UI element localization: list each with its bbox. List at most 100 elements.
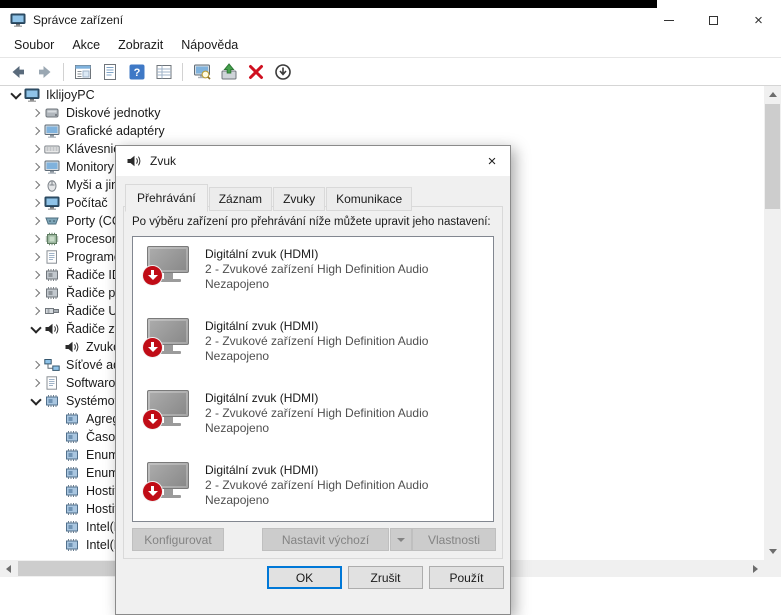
scroll-up-button[interactable] [764, 86, 781, 103]
chevron-right-icon[interactable] [28, 213, 44, 229]
chevron-right-icon[interactable] [28, 375, 44, 391]
window-titlebar: Správce zařízení × [0, 8, 781, 32]
chevron-spacer [48, 411, 64, 427]
show-console-tree-button[interactable] [70, 60, 95, 83]
tab-description: Po výběru zařízení pro přehrávání níže m… [132, 216, 491, 228]
chevron-down-icon[interactable] [8, 87, 24, 103]
show-console-tree-icon [74, 63, 92, 81]
help-button[interactable]: ? [124, 60, 149, 83]
tree-item[interactable]: Grafické adaptéry [0, 122, 764, 140]
maximize-icon [709, 16, 718, 25]
port-icon [44, 214, 60, 228]
toolbar-separator [63, 63, 64, 81]
dialog-close-button[interactable]: × [474, 146, 510, 176]
scroll-left-icon [6, 565, 11, 573]
disk-drive-icon [44, 106, 60, 120]
ok-button[interactable]: OK [267, 566, 342, 589]
forward-icon [36, 63, 54, 81]
chevron-right-icon[interactable] [28, 357, 44, 373]
playback-device-item[interactable]: Digitální zvuk (HDMI)2 - Zvukové zařízen… [133, 309, 493, 381]
properties-button[interactable]: Vlastnosti [412, 528, 496, 551]
back-button[interactable] [5, 60, 30, 83]
tab-komunikace[interactable]: Komunikace [326, 187, 412, 211]
toolbar-separator [182, 63, 183, 81]
minimize-button[interactable] [646, 8, 691, 32]
menu-soubor[interactable]: Soubor [5, 35, 63, 55]
chevron-right-icon[interactable] [28, 195, 44, 211]
usb-controller-icon [44, 304, 60, 318]
chevron-right-icon[interactable] [28, 141, 44, 157]
device-name: Digitální zvuk (HDMI) [205, 319, 318, 333]
configure-button[interactable]: Konfigurovat [132, 528, 224, 551]
chevron-spacer [48, 501, 64, 517]
chevron-spacer [48, 519, 64, 535]
chevron-down-icon[interactable] [28, 393, 44, 409]
playback-device-item[interactable]: Digitální zvuk (HDMI)2 - Zvukové zařízen… [133, 453, 493, 522]
dialog-titlebar: Zvuk × [116, 146, 510, 176]
scroll-down-button[interactable] [764, 543, 781, 560]
tree-item-label: Monitory [66, 160, 114, 174]
menu-akce[interactable]: Akce [63, 35, 109, 55]
cancel-button[interactable]: Zrušit [348, 566, 423, 589]
uninstall-device-button[interactable] [243, 60, 268, 83]
ide-controller-icon [44, 268, 60, 282]
menu-napoveda[interactable]: Nápověda [172, 35, 247, 55]
window-title: Správce zařízení [33, 13, 123, 27]
keyboard-icon [44, 142, 60, 156]
chevron-right-icon[interactable] [28, 285, 44, 301]
device-name: Digitální zvuk (HDMI) [205, 247, 318, 261]
chevron-right-icon[interactable] [28, 249, 44, 265]
chevron-right-icon[interactable] [28, 177, 44, 193]
maximize-button[interactable] [691, 8, 736, 32]
chevron-spacer [48, 447, 64, 463]
device-name: Digitální zvuk (HDMI) [205, 391, 318, 405]
playback-device-item[interactable]: Digitální zvuk (HDMI)2 - Zvukové zařízen… [133, 381, 493, 453]
tree-item[interactable]: IklijoyPC [0, 86, 764, 104]
properties-button[interactable] [97, 60, 122, 83]
tab-prehravani[interactable]: Přehrávání [125, 184, 208, 212]
display-audio-disconnected-icon [145, 388, 193, 434]
vertical-scrollbar[interactable] [764, 86, 781, 560]
scroll-right-button[interactable] [747, 560, 764, 577]
set-default-dropdown-button[interactable] [390, 528, 412, 551]
monitor-icon [44, 160, 60, 174]
device-detail: 2 - Zvukové zařízení High Definition Aud… [205, 406, 428, 420]
system-device-icon [64, 412, 80, 426]
chevron-right-icon[interactable] [28, 267, 44, 283]
disable-device-button[interactable] [270, 60, 295, 83]
device-detail: 2 - Zvukové zařízení High Definition Aud… [205, 478, 428, 492]
device-status: Nezapojeno [205, 277, 269, 291]
display-audio-disconnected-icon [145, 316, 193, 362]
network-adapter-icon [44, 358, 60, 372]
tab-zvuky[interactable]: Zvuky [273, 187, 325, 211]
menu-zobrazit[interactable]: Zobrazit [109, 35, 172, 55]
export-list-icon [155, 63, 173, 81]
chevron-down-icon[interactable] [28, 321, 44, 337]
scan-hardware-changes-button[interactable] [189, 60, 214, 83]
dialog-close-icon: × [488, 153, 497, 170]
forward-button[interactable] [32, 60, 57, 83]
apply-button[interactable]: Použít [429, 566, 504, 589]
tab-zaznam[interactable]: Záznam [209, 187, 272, 211]
chevron-right-icon[interactable] [28, 231, 44, 247]
scan-hardware-changes-icon [193, 63, 211, 81]
chevron-right-icon[interactable] [28, 105, 44, 121]
top-black-strip [0, 0, 657, 8]
toolbar: ? [0, 57, 781, 86]
playback-device-list[interactable]: Digitální zvuk (HDMI)2 - Zvukové zařízen… [132, 236, 494, 522]
chevron-right-icon[interactable] [28, 159, 44, 175]
vertical-scroll-thumb[interactable] [765, 104, 780, 209]
chevron-right-icon[interactable] [28, 123, 44, 139]
playback-device-item[interactable]: Digitální zvuk (HDMI)2 - Zvukové zařízen… [133, 237, 493, 309]
device-status: Nezapojeno [205, 349, 269, 363]
chevron-spacer [48, 339, 64, 355]
update-driver-button[interactable] [216, 60, 241, 83]
system-device-icon [64, 448, 80, 462]
export-list-button[interactable] [151, 60, 176, 83]
device-detail: 2 - Zvukové zařízení High Definition Aud… [205, 262, 428, 276]
set-default-button[interactable]: Nastavit výchozí [262, 528, 389, 551]
tree-item[interactable]: Diskové jednotky [0, 104, 764, 122]
chevron-right-icon[interactable] [28, 303, 44, 319]
close-button[interactable]: × [736, 8, 781, 32]
scroll-left-button[interactable] [0, 560, 17, 577]
